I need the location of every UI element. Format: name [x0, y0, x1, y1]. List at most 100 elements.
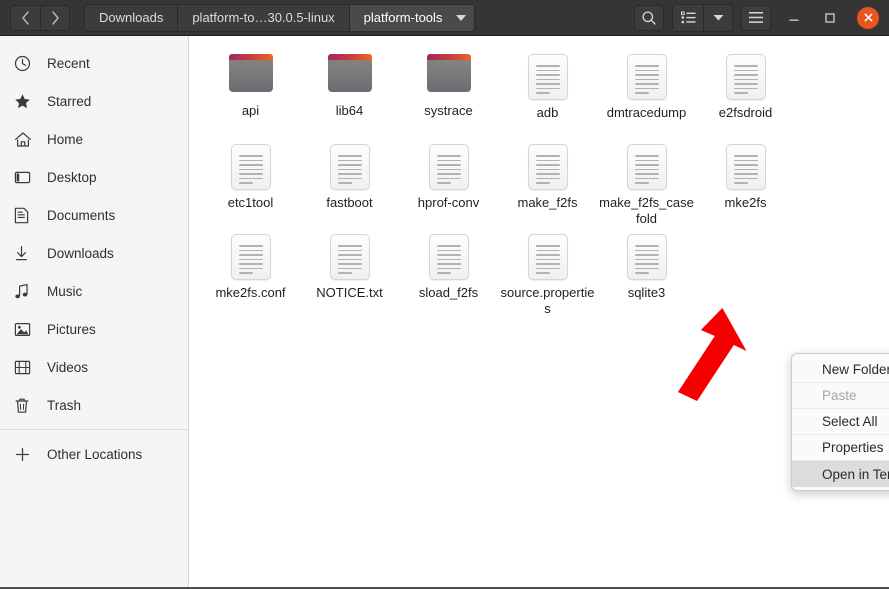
- document-icon: [14, 205, 36, 225]
- film-icon: [14, 357, 36, 377]
- forward-button[interactable]: [40, 4, 70, 31]
- document-file-icon: [230, 144, 271, 190]
- sidebar-item-desktop[interactable]: Desktop: [0, 158, 188, 196]
- file-item-label: systrace: [424, 103, 473, 118]
- file-item[interactable]: mke2fs.conf: [201, 230, 300, 320]
- file-item[interactable]: dmtracedump: [597, 50, 696, 140]
- file-item[interactable]: sload_f2fs: [399, 230, 498, 320]
- file-item[interactable]: e2fsdroid: [696, 50, 795, 140]
- sidebar-item-label: Desktop: [47, 169, 97, 185]
- file-item-label: api: [241, 103, 260, 118]
- file-grid: api lib64 systrace adb dmtracedump e2fsdroid e…: [201, 50, 885, 320]
- file-item[interactable]: sqlite3: [597, 230, 696, 320]
- sidebar-item-label: Documents: [47, 207, 116, 223]
- minimize-button[interactable]: [781, 5, 807, 31]
- context-menu-item-label: Properties: [822, 440, 884, 455]
- file-list-area[interactable]: api lib64 systrace adb dmtracedump e2fsdroid e…: [189, 36, 889, 587]
- sidebar-item-other-locations[interactable]: Other Locations: [0, 435, 188, 473]
- sidebar-item-documents[interactable]: Documents: [0, 196, 188, 234]
- document-file-icon: [428, 144, 469, 190]
- context-menu-item[interactable]: Select AllCtrl+A: [792, 409, 889, 435]
- list-view-button[interactable]: [673, 4, 704, 31]
- file-item[interactable]: source.properties: [498, 230, 597, 320]
- view-options-button[interactable]: [704, 4, 732, 31]
- maximize-icon: [825, 12, 835, 23]
- file-item-label: sload_f2fs: [418, 285, 479, 300]
- file-item[interactable]: lib64: [300, 50, 399, 140]
- file-item[interactable]: fastboot: [300, 140, 399, 230]
- folder-notch: [228, 60, 246, 65]
- navigation-buttons: [10, 4, 70, 31]
- sidebar-item-starred[interactable]: Starred: [0, 82, 188, 120]
- back-button[interactable]: [10, 4, 40, 31]
- breadcrumb-label: platform-to…30.0.5-linux: [192, 10, 335, 25]
- file-item[interactable]: api: [201, 50, 300, 140]
- breadcrumb: Downloads platform-to…30.0.5-linux platf…: [84, 3, 476, 32]
- hamburger-menu-icon: [749, 12, 763, 23]
- document-file-icon: [527, 54, 568, 100]
- main-menu-button[interactable]: [741, 4, 771, 31]
- chevron-down-icon: [713, 15, 723, 21]
- file-item-label: make_f2fs_casefold: [599, 195, 694, 227]
- sidebar-item-music[interactable]: Music: [0, 272, 188, 310]
- document-file-icon: [725, 144, 766, 190]
- breadcrumb-item-platform-tools-archive[interactable]: platform-to…30.0.5-linux: [178, 4, 350, 31]
- context-menu-item[interactable]: New FolderShift+Ctrl+N: [792, 357, 889, 383]
- search-button[interactable]: [634, 4, 664, 31]
- context-menu-item-label: Select All: [822, 414, 878, 429]
- file-item-label: e2fsdroid: [718, 105, 773, 120]
- chevron-left-icon: [22, 10, 29, 25]
- plus-icon: [14, 444, 36, 464]
- sidebar-item-trash[interactable]: Trash: [0, 386, 188, 424]
- view-mode-group: [672, 3, 733, 32]
- file-item[interactable]: make_f2fs: [498, 140, 597, 230]
- file-item-label: NOTICE.txt: [316, 285, 383, 300]
- list-view-icon: [680, 11, 695, 24]
- sidebar-item-recent[interactable]: Recent: [0, 44, 188, 82]
- file-item-label: lib64: [335, 103, 364, 118]
- file-item-label: adb: [536, 105, 559, 120]
- file-item[interactable]: etc1tool: [201, 140, 300, 230]
- breadcrumb-label: platform-tools: [363, 10, 443, 25]
- sidebar-item-label: Home: [47, 131, 84, 147]
- folder-icon: [326, 54, 374, 98]
- sidebar-separator: [0, 429, 188, 430]
- file-item[interactable]: adb: [498, 50, 597, 140]
- star-icon: [14, 91, 36, 111]
- file-item[interactable]: hprof-conv: [399, 140, 498, 230]
- clock-icon: [14, 53, 36, 73]
- file-manager-window: Downloads platform-to…30.0.5-linux platf…: [0, 0, 889, 589]
- folder-notch: [327, 60, 345, 65]
- breadcrumb-item-downloads[interactable]: Downloads: [85, 4, 179, 31]
- search-icon: [642, 10, 656, 25]
- close-icon: [864, 13, 872, 22]
- sidebar-item-downloads[interactable]: Downloads: [0, 234, 188, 272]
- file-item[interactable]: make_f2fs_casefold: [597, 140, 696, 230]
- sidebar-item-videos[interactable]: Videos: [0, 348, 188, 386]
- maximize-button[interactable]: [817, 5, 843, 31]
- context-menu-item-label: Paste: [822, 388, 857, 403]
- breadcrumb-label: Downloads: [99, 10, 164, 25]
- document-file-icon: [527, 234, 568, 280]
- document-file-icon: [329, 234, 370, 280]
- context-menu-item[interactable]: Open in Terminal: [792, 461, 889, 487]
- file-item[interactable]: NOTICE.txt: [300, 230, 399, 320]
- breadcrumb-item-platform-tools[interactable]: platform-tools: [349, 4, 475, 31]
- context-menu-item[interactable]: Properties: [792, 435, 889, 461]
- download-arrow-icon: [14, 243, 36, 263]
- sidebar-item-label: Downloads: [47, 245, 114, 261]
- desktop-icon: [14, 167, 36, 187]
- close-button[interactable]: [857, 6, 879, 29]
- file-item[interactable]: mke2fs: [696, 140, 795, 230]
- headerbar: Downloads platform-to…30.0.5-linux platf…: [0, 0, 889, 36]
- document-file-icon: [329, 144, 370, 190]
- context-menu-item: Paste: [792, 383, 889, 409]
- sidebar-item-label: Videos: [47, 359, 89, 375]
- file-item-label: fastboot: [326, 195, 373, 210]
- folder-icon: [227, 54, 275, 98]
- sidebar-item-label: Other Locations: [47, 446, 143, 462]
- file-item-label: mke2fs.conf: [215, 285, 286, 300]
- sidebar-item-home[interactable]: Home: [0, 120, 188, 158]
- sidebar-item-pictures[interactable]: Pictures: [0, 310, 188, 348]
- file-item[interactable]: systrace: [399, 50, 498, 140]
